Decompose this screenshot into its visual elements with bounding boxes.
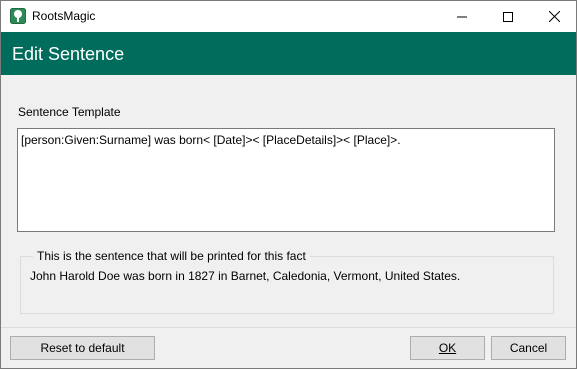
edit-sentence-dialog: RootsMagic Edit Sentence Sentence Templa… [0, 0, 577, 369]
dialog-title: Edit Sentence [12, 44, 125, 64]
close-icon [548, 11, 560, 22]
close-button[interactable] [531, 1, 577, 32]
footer-divider [1, 327, 576, 328]
sentence-template-input[interactable]: [person:Given:Surname] was born< [Date]>… [17, 128, 555, 232]
maximize-button[interactable] [485, 1, 531, 32]
dialog-header: Edit Sentence [1, 32, 576, 75]
reset-to-default-button[interactable]: Reset to default [10, 336, 155, 360]
minimize-button[interactable] [439, 1, 485, 32]
minimize-icon [457, 16, 467, 17]
sentence-template-label: Sentence Template [18, 105, 121, 119]
preview-group [20, 256, 554, 314]
preview-caption: This is the sentence that will be printe… [33, 249, 310, 263]
cancel-button[interactable]: Cancel [491, 336, 566, 360]
ok-button-label: OK [438, 341, 457, 355]
ok-button[interactable]: OK [410, 336, 485, 360]
app-title: RootsMagic [32, 9, 96, 23]
title-bar[interactable]: RootsMagic [1, 1, 576, 32]
maximize-icon [503, 11, 513, 22]
preview-sentence: John Harold Doe was born in 1827 in Barn… [30, 269, 461, 283]
rootsmagic-tree-icon [10, 8, 26, 24]
